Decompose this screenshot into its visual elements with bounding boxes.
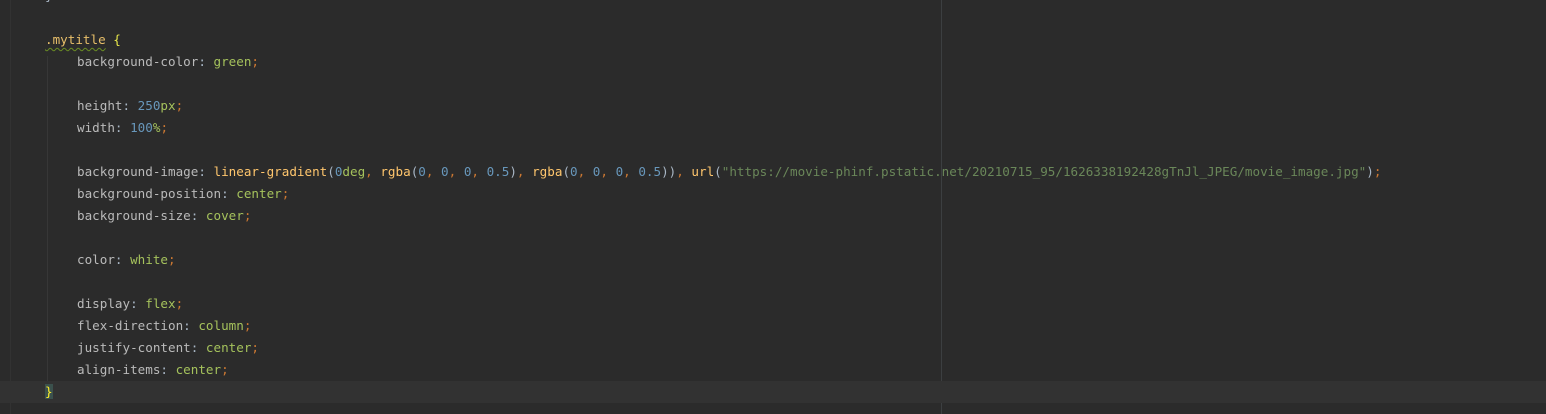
code-line[interactable] — [0, 139, 1546, 161]
css-selector: .mytitle — [45, 32, 106, 47]
code-line[interactable]: } — [0, 0, 1546, 7]
css-property: height — [77, 98, 123, 113]
css-function: url — [691, 164, 715, 179]
css-value: flex — [145, 296, 176, 311]
css-number: 0 — [570, 164, 578, 179]
css-function: linear-gradient — [213, 164, 328, 179]
css-value: white — [130, 252, 169, 267]
css-function: rgba — [380, 164, 411, 179]
css-number: 250 — [137, 98, 161, 113]
css-property: background-size — [77, 208, 191, 223]
css-property: background-image — [77, 164, 199, 179]
css-number: 0 — [418, 164, 426, 179]
current-line[interactable]: } — [0, 381, 1546, 403]
css-property: align-items — [77, 362, 161, 377]
css-property: background-position — [77, 186, 222, 201]
code-line[interactable]: background-color: green; — [0, 51, 1546, 73]
code-line[interactable]: background-image: linear-gradient(0deg, … — [0, 161, 1546, 183]
code-line[interactable]: flex-direction: column; — [0, 315, 1546, 337]
code-line[interactable] — [0, 73, 1546, 95]
css-value: center — [175, 362, 222, 377]
css-property: color — [77, 252, 115, 267]
css-unit: deg — [342, 164, 366, 179]
css-property: justify-content — [77, 340, 191, 355]
css-number: 0.5 — [486, 164, 510, 179]
code-line[interactable]: .mytitle { — [0, 29, 1546, 51]
css-string: "https://movie-phinf.pstatic.net/2021071… — [721, 164, 1367, 179]
css-property: background-color — [77, 54, 199, 69]
css-value: column — [198, 318, 244, 333]
closing-brace: } — [45, 0, 53, 3]
code-line[interactable] — [0, 227, 1546, 249]
css-number: 0 — [441, 164, 449, 179]
code-line[interactable]: justify-content: center; — [0, 337, 1546, 359]
code-line[interactable]: width: 100%; — [0, 117, 1546, 139]
css-function: rgba — [532, 164, 563, 179]
css-value: center — [236, 186, 282, 201]
opening-brace: { — [113, 32, 121, 47]
css-number: 100 — [130, 120, 153, 135]
css-value: cover — [205, 208, 244, 223]
code-line[interactable]: color: white; — [0, 249, 1546, 271]
css-property: display — [77, 296, 131, 311]
closing-brace: } — [45, 384, 53, 399]
code-line[interactable] — [0, 7, 1546, 29]
css-property: width — [77, 120, 115, 135]
css-value: center — [205, 340, 252, 355]
code-area[interactable]: } .mytitle { background-color: green; he… — [0, 0, 1546, 403]
code-line[interactable] — [0, 271, 1546, 293]
code-line[interactable]: height: 250px; — [0, 95, 1546, 117]
css-number: 0.5 — [638, 164, 662, 179]
code-line[interactable]: background-size: cover; — [0, 205, 1546, 227]
code-editor[interactable]: } .mytitle { background-color: green; he… — [0, 0, 1546, 414]
css-property: flex-direction — [77, 318, 184, 333]
code-line[interactable]: background-position: center; — [0, 183, 1546, 205]
code-line[interactable]: display: flex; — [0, 293, 1546, 315]
css-unit: px — [160, 98, 176, 113]
code-line[interactable]: align-items: center; — [0, 359, 1546, 381]
css-value: green — [213, 54, 252, 69]
